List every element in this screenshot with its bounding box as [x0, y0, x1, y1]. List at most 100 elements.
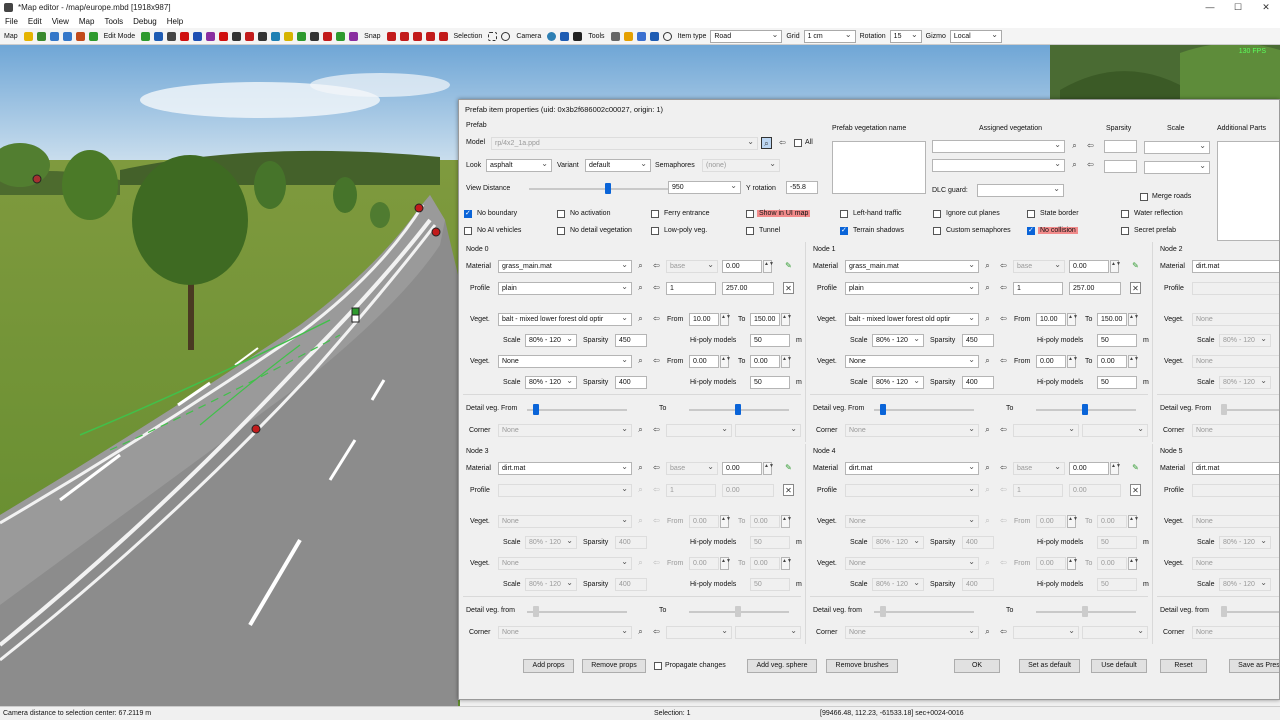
- material-spinner[interactable]: ▲▼: [763, 260, 774, 273]
- model-input[interactable]: rp/4x2_1a.ppd: [491, 137, 758, 150]
- star-icon[interactable]: [23, 31, 33, 41]
- corner-option-2-select[interactable]: [735, 626, 801, 639]
- search-icon[interactable]: ⌕: [982, 462, 993, 474]
- profile-value-1-input[interactable]: 1: [666, 484, 716, 497]
- prefab-veg-list[interactable]: [832, 141, 926, 194]
- pick-icon[interactable]: ⇦: [998, 462, 1009, 474]
- from-input[interactable]: 0.00: [689, 515, 719, 528]
- pick-icon[interactable]: ⇦: [651, 282, 662, 294]
- close-button[interactable]: ✕: [1252, 0, 1280, 15]
- profile-value-1-input[interactable]: 1: [666, 282, 716, 295]
- hipoly-input[interactable]: 50: [1097, 578, 1137, 591]
- to-spinner[interactable]: ▲▼: [781, 355, 792, 368]
- scale-select[interactable]: 80% - 120: [872, 578, 924, 591]
- search-icon[interactable]: ⌕: [635, 484, 646, 496]
- sparsity-input[interactable]: 450: [962, 334, 994, 347]
- vegetation-select[interactable]: None: [1192, 313, 1279, 326]
- slider-knob[interactable]: [880, 606, 886, 617]
- profile-value-2-input[interactable]: 257.00: [722, 282, 774, 295]
- detail-veg-from-slider[interactable]: [1221, 404, 1279, 415]
- material-select[interactable]: grass_main.mat: [498, 260, 632, 273]
- hipoly-input[interactable]: 50: [750, 376, 790, 389]
- snap-icon-5[interactable]: [438, 31, 448, 41]
- no-detail-vegetation-checkbox[interactable]: [557, 227, 565, 235]
- state-border-checkbox[interactable]: [1027, 210, 1035, 218]
- search-icon[interactable]: ⌕: [1069, 140, 1080, 152]
- add-icon[interactable]: [141, 31, 151, 41]
- from-input[interactable]: 0.00: [689, 355, 719, 368]
- menu-debug[interactable]: Debug: [128, 17, 162, 26]
- scale-select[interactable]: 80% - 120: [525, 578, 577, 591]
- show-in-ui-map-checkbox[interactable]: [746, 210, 754, 218]
- reset-button[interactable]: Reset: [1160, 659, 1207, 673]
- pick-icon[interactable]: ⇦: [651, 355, 662, 367]
- from-spinner[interactable]: ▲▼: [1067, 515, 1078, 528]
- from-input[interactable]: 0.00: [689, 557, 719, 570]
- toolbar-tools-label[interactable]: Tools: [584, 33, 608, 40]
- detail-veg-to-slider[interactable]: [689, 404, 789, 415]
- brush-icon[interactable]: ✎: [1130, 260, 1141, 272]
- corner-option-1-select[interactable]: [666, 626, 732, 639]
- pick-icon[interactable]: ⇦: [998, 515, 1009, 527]
- search-icon[interactable]: ⌕: [635, 260, 646, 272]
- rotation-select[interactable]: 15: [889, 29, 922, 43]
- to-input[interactable]: 0.00: [750, 515, 780, 528]
- hipoly-input[interactable]: 50: [1097, 334, 1137, 347]
- corner-select[interactable]: None: [1192, 424, 1279, 437]
- curve-icon[interactable]: [245, 31, 255, 41]
- brush-icon[interactable]: ✎: [1130, 462, 1141, 474]
- gear-icon[interactable]: [649, 31, 659, 41]
- vegetation-select[interactable]: None: [845, 515, 979, 528]
- corner-option-1-select[interactable]: [1013, 626, 1079, 639]
- snap-icon-4[interactable]: [425, 31, 435, 41]
- move-icon[interactable]: [154, 31, 164, 41]
- sparsity-input[interactable]: 400: [962, 578, 994, 591]
- material-spinner[interactable]: ▲▼: [763, 462, 774, 475]
- road-icon[interactable]: [284, 31, 294, 41]
- vegetation-select[interactable]: None: [845, 355, 979, 368]
- flag-icon[interactable]: [219, 31, 229, 41]
- search-icon[interactable]: ⌕: [982, 313, 993, 325]
- speaker-icon[interactable]: [349, 31, 359, 41]
- help-icon[interactable]: [193, 31, 203, 41]
- search-icon[interactable]: ⌕: [635, 424, 646, 436]
- scale-select[interactable]: 80% - 120: [525, 376, 577, 389]
- all-checkbox[interactable]: [794, 139, 802, 147]
- detail-veg-from-slider[interactable]: [1221, 606, 1279, 617]
- corner-option-2-select[interactable]: [1082, 424, 1148, 437]
- hipoly-input[interactable]: 50: [750, 536, 790, 549]
- search-icon[interactable]: ⌕: [1069, 159, 1080, 171]
- car-icon[interactable]: [323, 31, 333, 41]
- pick-icon[interactable]: ⇦: [651, 484, 662, 496]
- secret-prefab-checkbox[interactable]: [1121, 227, 1129, 235]
- vegetation-select[interactable]: None: [498, 515, 632, 528]
- left-hand-traffic-checkbox[interactable]: [840, 210, 848, 218]
- from-spinner[interactable]: ▲▼: [1067, 313, 1078, 326]
- profile-select[interactable]: plain: [845, 282, 979, 295]
- corner-option-1-select[interactable]: [666, 424, 732, 437]
- look-select[interactable]: asphalt: [486, 159, 552, 172]
- propagate-changes-checkbox[interactable]: [654, 662, 662, 670]
- scale-select[interactable]: 80% - 120: [1219, 536, 1271, 549]
- menu-edit[interactable]: Edit: [23, 17, 47, 26]
- assigned-veg-select-1[interactable]: [932, 140, 1065, 153]
- vegetation-select[interactable]: balt - mixed lower forest old optir: [498, 313, 632, 326]
- scale-select[interactable]: 80% - 120: [525, 536, 577, 549]
- to-spinner[interactable]: ▲▼: [1128, 515, 1139, 528]
- material-value-input[interactable]: 0.00: [1069, 260, 1109, 273]
- pick-icon[interactable]: ⇦: [651, 515, 662, 527]
- from-spinner[interactable]: ▲▼: [1067, 355, 1078, 368]
- view-distance-knob[interactable]: [605, 183, 611, 194]
- detail-veg-to-slider[interactable]: [689, 606, 789, 617]
- from-spinner[interactable]: ▲▼: [720, 557, 731, 570]
- add-veg-sphere-button[interactable]: Add veg. sphere: [747, 659, 817, 673]
- hipoly-input[interactable]: 50: [1097, 536, 1137, 549]
- sign-icon[interactable]: [310, 31, 320, 41]
- vegetation-select[interactable]: None: [498, 557, 632, 570]
- profile-value-2-input[interactable]: 257.00: [1069, 282, 1121, 295]
- material-select[interactable]: dirt.mat: [1192, 462, 1279, 475]
- to-input[interactable]: 0.00: [750, 355, 780, 368]
- sparsity-input-1[interactable]: [1104, 140, 1137, 153]
- pick-icon[interactable]: ⇦: [998, 282, 1009, 294]
- remove-props-button[interactable]: Remove props: [582, 659, 646, 673]
